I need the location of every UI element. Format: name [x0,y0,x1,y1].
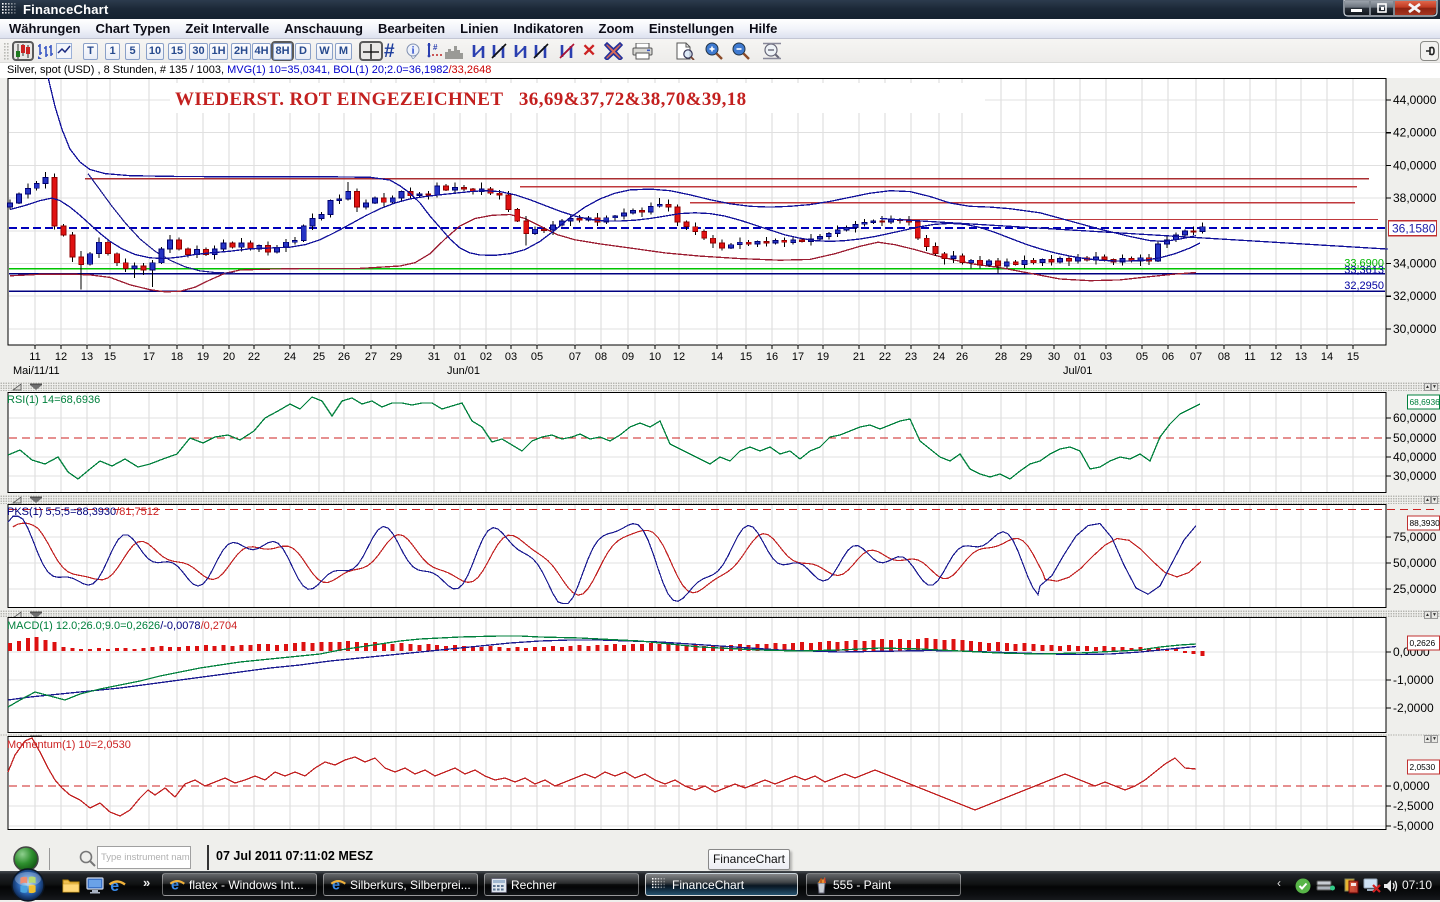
svg-text:25: 25 [313,351,325,363]
svg-text:06: 06 [1162,351,1174,363]
svg-text:15: 15 [740,351,752,363]
svg-text:33,3613: 33,3613 [1344,264,1384,276]
svg-text:12: 12 [1270,351,1282,363]
svg-text:29: 29 [390,351,402,363]
svg-text:Mai/11/11: Mai/11/11 [13,365,60,377]
svg-text:20: 20 [223,351,235,363]
svg-text:30,0000: 30,0000 [1393,322,1437,336]
svg-text:10: 10 [649,351,661,363]
svg-text:32,2950: 32,2950 [1344,280,1384,292]
svg-text:22: 22 [879,351,891,363]
svg-text:36,1580: 36,1580 [1392,222,1436,236]
svg-text:02: 02 [480,351,492,363]
svg-text:05: 05 [1136,351,1148,363]
svg-text:e: e [332,878,340,894]
svg-text:15: 15 [1347,351,1359,363]
svg-text:14: 14 [711,351,723,363]
svg-text:19: 19 [817,351,829,363]
svg-text:30,0000: 30,0000 [1393,469,1437,483]
svg-text:-1,0000: -1,0000 [1393,673,1434,687]
svg-text:42,0000: 42,0000 [1393,126,1437,140]
svg-text:18: 18 [171,351,183,363]
svg-text:24: 24 [284,351,296,363]
svg-text:12: 12 [55,351,67,363]
svg-text:-2,5000: -2,5000 [1393,799,1434,813]
svg-text:Jun/01: Jun/01 [447,365,480,377]
svg-text:0,2626: 0,2626 [1410,638,1436,648]
svg-text:88,3930: 88,3930 [1410,518,1440,528]
svg-text:13: 13 [81,351,93,363]
svg-text:03: 03 [505,351,517,363]
svg-text:09: 09 [622,351,634,363]
svg-text:0,0000: 0,0000 [1393,779,1430,793]
svg-text:#: # [433,43,438,52]
svg-text:11: 11 [29,351,40,363]
svg-text:-2,0000: -2,0000 [1393,701,1434,715]
svg-text:12: 12 [673,351,685,363]
svg-text:30: 30 [1048,351,1060,363]
svg-text:PKS(1) 5;5;5=88,3930/81,7512: PKS(1) 5;5;5=88,3930/81,7512 [7,506,159,518]
svg-text:40,0000: 40,0000 [1393,158,1437,172]
svg-text:13: 13 [1295,351,1307,363]
svg-text:68,6936: 68,6936 [1410,397,1440,407]
svg-text:31: 31 [428,351,440,363]
svg-text:50,0000: 50,0000 [1393,431,1437,445]
svg-text:16: 16 [766,351,778,363]
svg-text:34,0000: 34,0000 [1393,257,1437,271]
svg-text:40,0000: 40,0000 [1393,450,1437,464]
svg-text:08: 08 [1218,351,1230,363]
svg-text:27: 27 [365,351,377,363]
svg-text:17: 17 [143,351,155,363]
svg-text:22: 22 [248,351,260,363]
svg-text:08: 08 [595,351,607,363]
svg-text:15: 15 [104,351,116,363]
svg-text:17: 17 [792,351,804,363]
svg-text:05: 05 [531,351,543,363]
svg-text:28: 28 [995,351,1007,363]
svg-text:24: 24 [933,351,945,363]
svg-text:29: 29 [1020,351,1032,363]
svg-text:25,0000: 25,0000 [1393,582,1437,596]
svg-text:2,0530: 2,0530 [1410,762,1436,772]
svg-text:26: 26 [338,351,350,363]
svg-text:Jul/01: Jul/01 [1063,365,1092,377]
svg-text:60,0000: 60,0000 [1393,411,1437,425]
svg-text:Momentum(1) 10=2,0530: Momentum(1) 10=2,0530 [7,739,131,751]
svg-text:07: 07 [569,351,581,363]
svg-text:11: 11 [1244,351,1255,363]
svg-text:23: 23 [905,351,917,363]
svg-text:i: i [412,46,415,57]
svg-text:-5,0000: -5,0000 [1393,819,1434,832]
svg-text:14: 14 [1321,351,1333,363]
svg-text:44,0000: 44,0000 [1393,93,1437,107]
svg-text:32,0000: 32,0000 [1393,289,1437,303]
svg-text:MACD(1) 12.0;26.0;9.0=0,2626/-: MACD(1) 12.0;26.0;9.0=0,2626/-0,0078/0,2… [7,620,237,632]
svg-text:19: 19 [197,351,209,363]
svg-text:07: 07 [1190,351,1202,363]
svg-text:21: 21 [853,351,865,363]
svg-text:38,0000: 38,0000 [1393,191,1437,205]
svg-text:75,0000: 75,0000 [1393,530,1437,544]
svg-text:RSI(1) 14=68,6936: RSI(1) 14=68,6936 [7,394,100,406]
svg-text:e: e [171,878,179,894]
svg-text:WIEDERST. ROT EINGEZEICHNET: WIEDERST. ROT EINGEZEICHNET 36,69&37,72&… [175,89,747,110]
svg-text:50,0000: 50,0000 [1393,556,1437,570]
svg-text:03: 03 [1100,351,1112,363]
svg-text:01: 01 [1074,351,1086,363]
svg-text:26: 26 [956,351,968,363]
svg-text:01: 01 [454,351,466,363]
